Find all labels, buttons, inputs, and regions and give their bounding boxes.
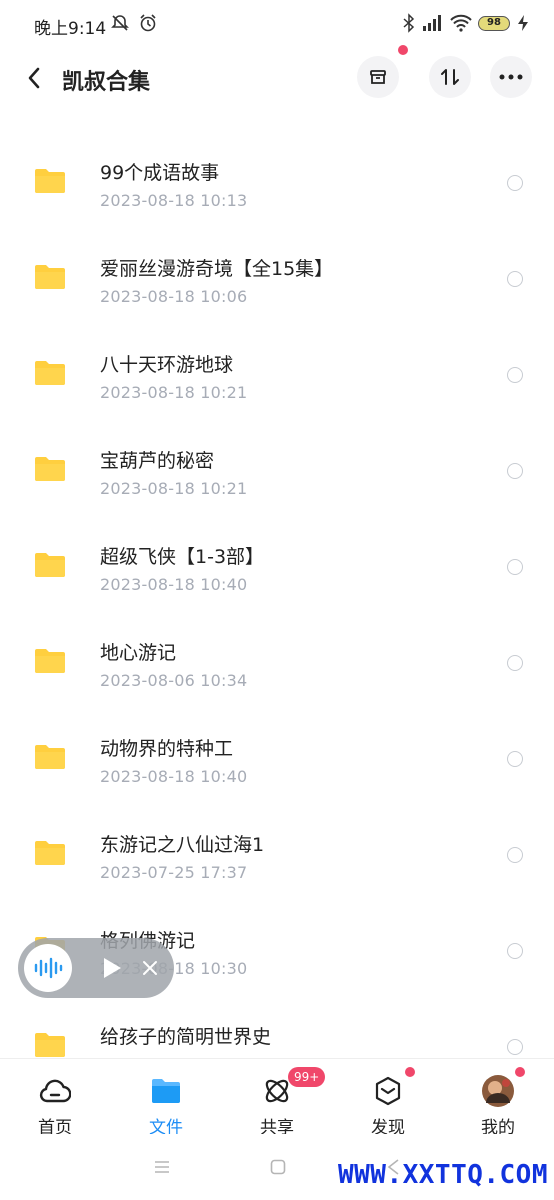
nav-item-me[interactable]: 我的 [443, 1059, 553, 1138]
file-date: 2023-08-06 10:34 [100, 671, 248, 690]
status-time: 晚上9:14 [34, 19, 107, 39]
select-radio[interactable] [507, 655, 523, 671]
file-date: 2023-08-18 10:40 [100, 575, 248, 594]
file-name: 超级飞侠【1-3部】 [100, 546, 265, 568]
archive-button[interactable] [357, 56, 399, 98]
charging-icon [518, 15, 528, 31]
file-date: 2023-08-18 10:21 [100, 479, 248, 498]
audio-wave-icon [34, 957, 63, 979]
select-radio[interactable] [507, 943, 523, 959]
more-icon [499, 74, 523, 80]
audio-wave-button[interactable] [24, 944, 72, 992]
discover-dot [405, 1067, 415, 1077]
notification-dot [398, 45, 408, 55]
folder-icon [35, 265, 65, 289]
nav-item-home[interactable]: 首页 [0, 1059, 110, 1138]
folder-icon [35, 1033, 65, 1057]
file-date: 2023-08-18 10:40 [100, 767, 248, 786]
archive-icon [370, 70, 386, 84]
sort-button[interactable] [429, 56, 471, 98]
discover-box-icon [372, 1075, 404, 1107]
file-row[interactable]: 东游记之八仙过海1 2023-07-25 17:37 [0, 806, 554, 902]
file-row[interactable]: 给孩子的简明世界史 2023-08-18 10:43 [0, 998, 554, 1058]
file-date: 2023-08-18 10:13 [100, 191, 248, 210]
select-radio[interactable] [507, 367, 523, 383]
back-button[interactable] [20, 62, 48, 94]
status-left-icons [110, 13, 158, 33]
file-row[interactable]: 超级飞侠【1-3部】 2023-08-18 10:40 [0, 518, 554, 614]
header: 凯叔合集 [0, 45, 554, 110]
watermark-text: WWW.XXTTQ.COM [338, 1160, 548, 1190]
play-icon [104, 958, 121, 978]
file-row[interactable]: 宝葫芦的秘密 2023-08-18 10:21 [0, 422, 554, 518]
file-date: 2023-08-18 10:06 [100, 287, 248, 306]
folder-icon [35, 457, 65, 481]
folder-icon [35, 553, 65, 577]
alarm-icon [140, 14, 156, 32]
select-radio[interactable] [507, 463, 523, 479]
bluetooth-icon [403, 13, 415, 33]
nav-item-files[interactable]: 文件 [111, 1059, 221, 1138]
nav-item-discover[interactable]: 发现 [333, 1059, 443, 1138]
file-row[interactable]: 99个成语故事 2023-08-18 10:13 [0, 134, 554, 230]
wifi-icon [450, 14, 472, 32]
more-button[interactable] [490, 56, 532, 98]
play-button[interactable] [98, 954, 126, 982]
select-radio[interactable] [507, 175, 523, 191]
nav-item-share[interactable]: 99+ 共享 [222, 1059, 332, 1138]
close-player-button[interactable] [138, 956, 162, 980]
file-row[interactable]: 地心游记 2023-08-06 10:34 [0, 614, 554, 710]
battery-icon: 98 [478, 15, 510, 31]
bottom-navigation: 首页 文件 99+ 共享 发现 我的 [0, 1058, 554, 1138]
file-name: 99个成语故事 [100, 162, 220, 184]
mute-icon [111, 15, 129, 31]
page-title: 凯叔合集 [62, 70, 151, 95]
file-row[interactable]: 八十天环游地球 2023-08-18 10:21 [0, 326, 554, 422]
folder-icon [35, 745, 65, 769]
folder-icon [35, 361, 65, 385]
signal-icon [423, 15, 441, 31]
folder-icon [35, 169, 65, 193]
menu-icon[interactable] [154, 1160, 170, 1174]
profile-dot [515, 1067, 525, 1077]
folder-icon [35, 649, 65, 673]
file-name: 给孩子的简明世界史 [100, 1026, 272, 1048]
file-name: 东游记之八仙过海1 [100, 834, 265, 856]
file-row[interactable]: 爱丽丝漫游奇境【全15集】 2023-08-18 10:06 [0, 230, 554, 326]
file-name: 动物界的特种工 [100, 738, 234, 760]
file-name: 地心游记 [100, 642, 177, 664]
file-name: 爱丽丝漫游奇境【全15集】 [100, 258, 334, 280]
select-radio[interactable] [507, 751, 523, 767]
select-radio[interactable] [507, 1039, 523, 1055]
home-square-icon[interactable] [270, 1159, 286, 1175]
share-badge: 99+ [288, 1067, 326, 1087]
file-list[interactable]: 99个成语故事 2023-08-18 10:13 爱丽丝漫游奇境【全15集】 2… [0, 134, 554, 1058]
folder-icon [150, 1075, 182, 1107]
avatar [482, 1075, 514, 1107]
folder-icon [35, 841, 65, 865]
file-date: 2023-08-18 10:21 [100, 383, 248, 402]
sort-icon [441, 69, 459, 85]
status-bar: 晚上9:14 98 [0, 0, 554, 48]
back-arrow-icon [28, 67, 40, 89]
file-name: 宝葫芦的秘密 [100, 450, 215, 472]
select-radio[interactable] [507, 847, 523, 863]
floating-audio-player[interactable] [18, 938, 174, 998]
file-date: 2023-07-25 17:37 [100, 863, 248, 882]
file-row[interactable]: 动物界的特种工 2023-08-18 10:40 [0, 710, 554, 806]
close-icon [143, 961, 157, 975]
select-radio[interactable] [507, 271, 523, 287]
select-radio[interactable] [507, 559, 523, 575]
cloud-home-icon [39, 1075, 71, 1107]
file-name: 八十天环游地球 [100, 354, 234, 376]
status-right-icons: 98 [402, 13, 530, 33]
